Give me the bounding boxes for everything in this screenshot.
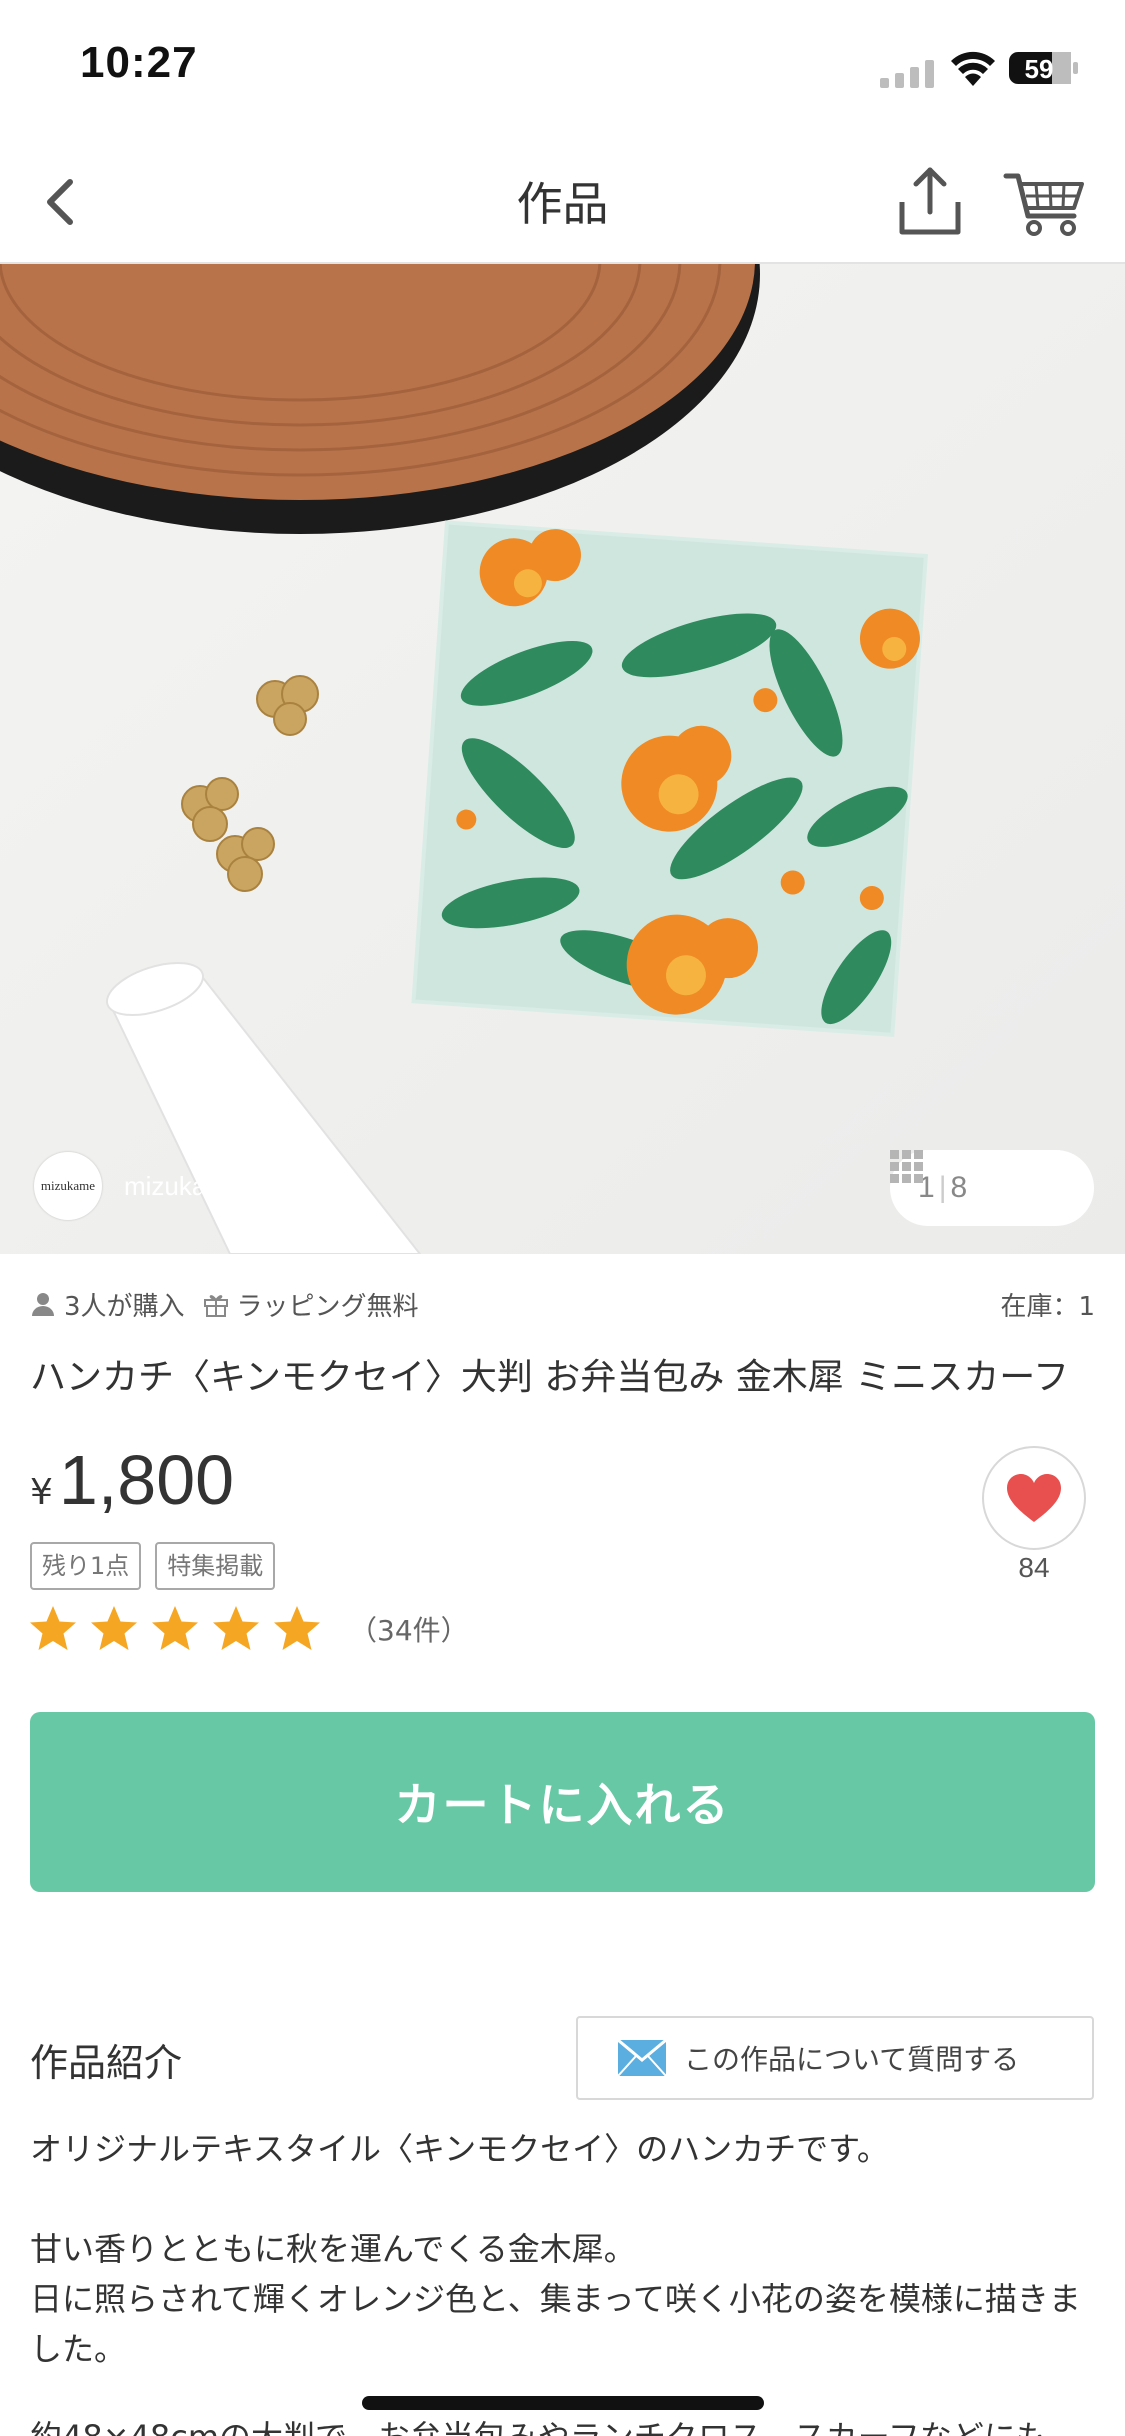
- nav-bar: 作品: [0, 140, 1125, 264]
- gift-icon: [203, 1295, 228, 1317]
- description-line: 日に照らされて輝くオレンジ色と、集まって咲く小花の姿を模様に描きました。: [30, 2280, 1081, 2368]
- price-amount: 1,800: [58, 1441, 235, 1519]
- star-icon: [91, 1606, 137, 1650]
- product-title: ハンカチ〈キンモクセイ〉大判 お弁当包み 金木犀 ミニスカーフ: [30, 1357, 1070, 1398]
- description-line: 甘い香りとともに秋を運んでくる金木犀。: [30, 2230, 636, 2268]
- stock-label: 在庫：1: [1000, 1291, 1095, 1322]
- battery-icon: 59: [1009, 52, 1078, 84]
- wrapping-info: ラッピング無料: [203, 1286, 419, 1323]
- shop-badge[interactable]: mizukame mizukame: [34, 1152, 242, 1220]
- wifi-icon: [951, 51, 995, 86]
- favorite-button[interactable]: [982, 1446, 1086, 1550]
- product-price: ¥ 1,800: [30, 1440, 234, 1520]
- photo-index: 1 | 8: [918, 1171, 968, 1204]
- heart-icon: [1007, 1474, 1061, 1522]
- meta-row: 3人が購入 ラッピング無料 在庫：1: [30, 1282, 1095, 1326]
- star-icon: [30, 1606, 76, 1650]
- section-title-intro: 作品紹介: [30, 2041, 183, 2085]
- description-line: オリジナルテキスタイル〈キンモクセイ〉のハンカチです。: [30, 2130, 889, 2168]
- tag-list: 残り1点 特集掲載: [30, 1542, 289, 1590]
- status-time: 10:27: [80, 38, 198, 87]
- shop-logo: mizukame: [34, 1152, 102, 1220]
- signal-icon: [880, 60, 934, 88]
- buyers-count: 3人が購入: [64, 1291, 185, 1322]
- product-photo: [0, 264, 1125, 1254]
- star-icon: [274, 1606, 320, 1650]
- share-icon[interactable]: [890, 162, 970, 242]
- photo-counter[interactable]: 1 | 8: [890, 1150, 1094, 1226]
- tag-last-one: 残り1点: [30, 1542, 142, 1590]
- favorite-count: 84: [1018, 1552, 1050, 1583]
- status-bar: 10:27 59: [0, 0, 1125, 140]
- star-icon: [213, 1606, 259, 1650]
- description-line-partial: 約48×48cmの大判で、お弁当包みやランチクロス、スカーフなどにも: [30, 2412, 1048, 2436]
- currency-symbol: ¥: [30, 1472, 53, 1513]
- battery-level: 59: [1025, 54, 1054, 84]
- rating[interactable]: （34件）: [28, 1604, 469, 1654]
- product-image[interactable]: mizukame mizukame 1 | 8: [0, 264, 1125, 1254]
- wrapping-label: ラッピング無料: [236, 1291, 419, 1322]
- ask-question-button[interactable]: この作品について質問する: [576, 2016, 1094, 2100]
- star-icon: [152, 1606, 198, 1650]
- product-description: オリジナルテキスタイル〈キンモクセイ〉のハンカチです。 甘い香りとともに秋を運ん…: [30, 2124, 1100, 2374]
- add-to-cart-button[interactable]: カートに入れる: [30, 1712, 1095, 1892]
- ask-question-label: この作品について質問する: [684, 2043, 1020, 2076]
- grid-icon: [890, 1150, 923, 1183]
- review-count: （34件）: [349, 1614, 469, 1647]
- mail-icon: [618, 2040, 666, 2076]
- home-indicator: [362, 2396, 764, 2410]
- tag-featured: 特集掲載: [155, 1542, 276, 1590]
- person-icon: [32, 1293, 54, 1316]
- shop-name: mizukame: [124, 1170, 243, 1201]
- buyers-info: 3人が購入: [30, 1286, 185, 1323]
- cart-icon[interactable]: [1000, 162, 1090, 242]
